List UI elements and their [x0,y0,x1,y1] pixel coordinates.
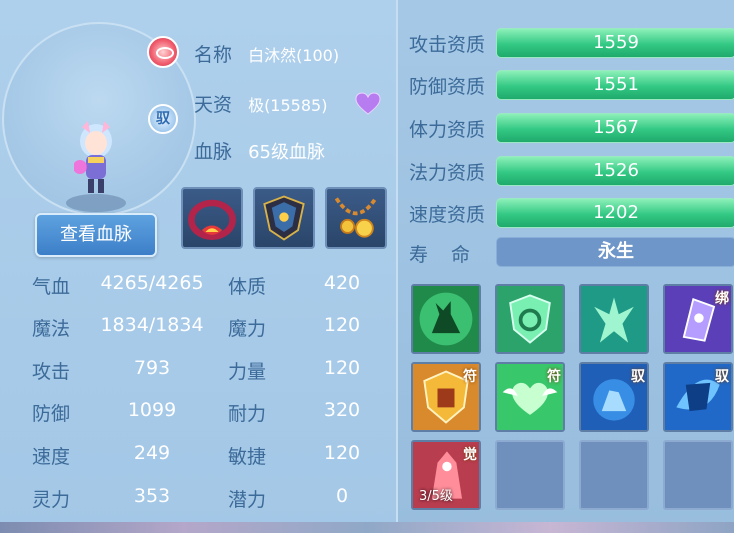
view-bloodline-button[interactable]: 查看血脉 [35,213,157,257]
skill-tag: 符 [463,369,477,385]
skill-slot[interactable] [495,284,565,354]
rider-badge: 驭 [148,104,178,134]
attr-value: 320 [323,399,361,421]
skill-slot[interactable] [411,284,481,354]
attr-label: 力量 [228,361,267,383]
life-value-bar: 永生 [496,237,734,267]
skill-level: 3/5级 [419,489,453,504]
attr-label: 魔力 [228,318,267,340]
pet-avatar [74,121,112,193]
heart-icon[interactable] [355,92,381,116]
stat-label: 气血 [32,276,71,298]
quality-value-bar: 1559 [496,28,734,58]
background-strip [0,522,734,533]
quality-label: 速度资质 [409,204,486,226]
equip-slot-armor[interactable] [253,187,315,249]
pet-talent-value: 极(15585) [248,96,328,115]
equip-slot-amulet[interactable] [325,187,387,249]
quality-value-bar: 1202 [496,198,734,228]
stat-label: 防御 [32,403,71,425]
stat-value: 4265/4265 [100,272,204,294]
stat-label: 速度 [32,446,71,468]
attr-label: 体质 [228,276,267,298]
stat-value: 353 [133,485,171,507]
stat-value: 1834/1834 [100,314,204,336]
skill-tag: 符 [547,369,561,385]
quality-value-bar: 1567 [496,113,734,143]
stat-label: 攻击 [32,361,71,383]
pet-talent-label: 天资 [194,94,233,116]
skill-tag: 觉 [463,447,477,463]
stat-label: 魔法 [32,318,71,340]
quality-label: 法力资质 [409,162,486,184]
skill-slot[interactable]: 符 [495,362,565,432]
empty-skill-slot[interactable] [663,440,733,510]
attr-value: 0 [335,485,349,507]
collar-icon [188,199,236,240]
stat-label: 灵力 [32,489,71,511]
jade-figure-skill-icon [581,286,647,352]
deer-skill-icon [413,286,479,352]
attr-value: 420 [323,272,361,294]
life-label: 寿 命 [409,244,473,266]
pet-bloodline-label: 血脉 [194,141,233,163]
skill-tag: 驭 [715,369,729,385]
pet-bloodline-value: 65级血脉 [248,142,325,163]
pet-name-row: 名称 白沐然(100) [194,40,339,67]
quality-label: 体力资质 [409,119,486,141]
attr-value: 120 [323,314,361,336]
attr-label: 耐力 [228,403,267,425]
title-swirl-icon[interactable] [147,36,179,68]
pet-name-label: 名称 [194,44,233,66]
quality-value-bar: 1526 [496,156,734,186]
attr-value: 120 [323,357,361,379]
stat-value: 1099 [127,399,177,421]
skill-slot[interactable]: 觉 3/5级 [411,440,481,510]
quality-label: 防御资质 [409,76,486,98]
stat-value: 793 [133,357,171,379]
attr-value: 120 [323,442,361,464]
skill-slot[interactable] [579,284,649,354]
attr-label: 敏捷 [228,446,267,468]
stat-value: 249 [133,442,171,464]
empty-skill-slot[interactable] [495,440,565,510]
skill-slot[interactable]: 驭 [579,362,649,432]
skill-tag: 驭 [631,369,645,385]
quality-value-bar: 1551 [496,70,734,100]
amulet-icon [334,197,378,238]
skill-slot[interactable]: 绑 [663,284,733,354]
pet-bloodline-row: 血脉 65级血脉 [194,137,325,164]
pet-talent-row: 天资 极(15585) [194,90,327,117]
skill-slot[interactable]: 驭 [663,362,733,432]
skill-tag: 绑 [715,291,729,307]
equip-slot-collar[interactable] [181,187,243,249]
pet-name-value: 白沐然(100) [248,46,340,65]
skill-slot[interactable]: 符 [411,362,481,432]
shield-swirl-skill-icon [497,286,563,352]
quality-label: 攻击资质 [409,34,486,56]
armor-icon [263,195,305,241]
attr-label: 潜力 [228,489,267,511]
empty-skill-slot[interactable] [579,440,649,510]
